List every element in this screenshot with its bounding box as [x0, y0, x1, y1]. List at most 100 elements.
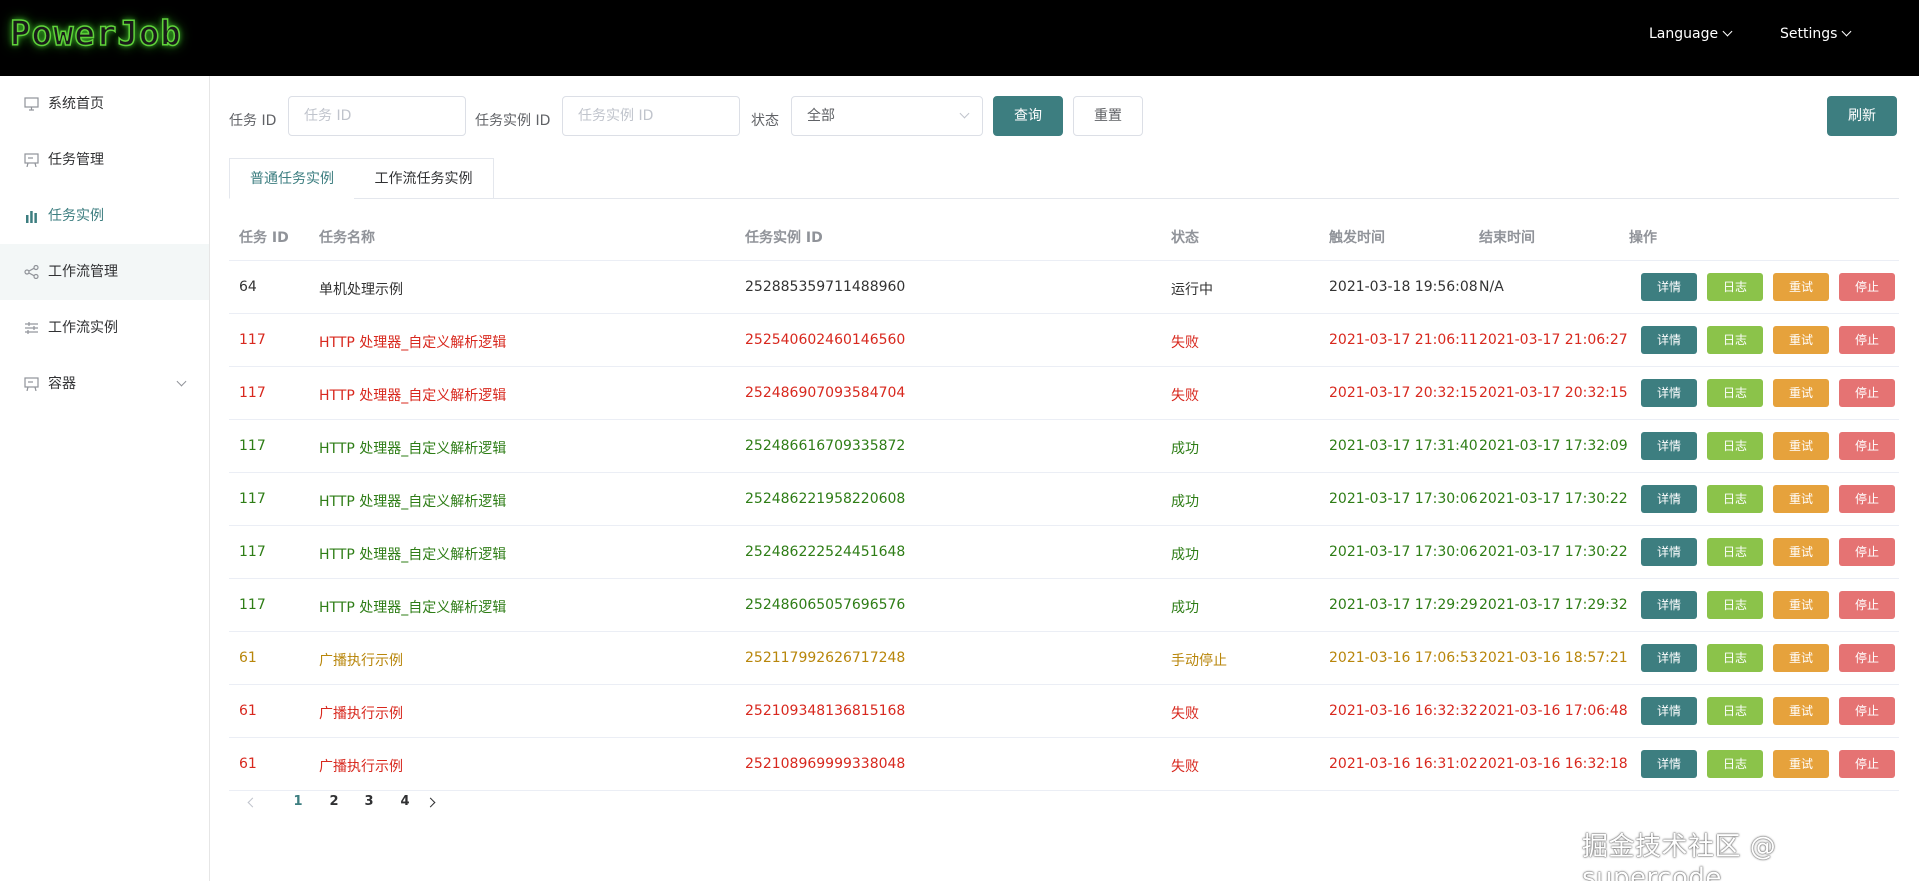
retry-button[interactable]: 重试: [1773, 379, 1829, 407]
sidebar-item-task-instances[interactable]: 任务实例: [0, 188, 209, 244]
cell-trigger-time: 2021-03-17 17:29:29: [1329, 597, 1478, 613]
cell-instance-id: 252885359711488960: [745, 279, 906, 295]
detail-button[interactable]: 详情: [1641, 379, 1697, 407]
log-button[interactable]: 日志: [1707, 379, 1763, 407]
settings-menu[interactable]: Settings: [1780, 26, 1852, 42]
stop-button[interactable]: 停止: [1839, 273, 1895, 301]
detail-button[interactable]: 详情: [1641, 538, 1697, 566]
detail-button[interactable]: 详情: [1641, 697, 1697, 725]
prev-page-icon[interactable]: [247, 797, 258, 808]
log-button[interactable]: 日志: [1707, 697, 1763, 725]
log-button[interactable]: 日志: [1707, 538, 1763, 566]
log-button[interactable]: 日志: [1707, 485, 1763, 513]
reset-button[interactable]: 重置: [1073, 96, 1143, 136]
page-1[interactable]: 1: [283, 794, 313, 809]
cell-task-name: HTTP 处理器_自定义解析逻辑: [319, 441, 507, 457]
sidebar-item-workflow-management[interactable]: 工作流管理: [0, 244, 209, 300]
language-label: Language: [1649, 26, 1719, 42]
retry-button[interactable]: 重试: [1773, 644, 1829, 672]
log-button[interactable]: 日志: [1707, 750, 1763, 778]
stop-button[interactable]: 停止: [1839, 697, 1895, 725]
retry-button[interactable]: 重试: [1773, 538, 1829, 566]
log-button[interactable]: 日志: [1707, 273, 1763, 301]
status-select[interactable]: 全部: [791, 96, 983, 136]
cell-trigger-time: 2021-03-17 17:30:06: [1329, 544, 1478, 560]
column-header: 触发时间: [1329, 230, 1385, 246]
column-header: 任务名称: [319, 230, 375, 246]
sidebar-item-dashboard[interactable]: 系统首页: [0, 76, 209, 132]
cell-instance-id: 252486222524451648: [745, 544, 906, 560]
sidebar-item-task-management[interactable]: 任务管理: [0, 132, 209, 188]
cell-instance-id: 252486616709335872: [745, 438, 906, 454]
detail-button[interactable]: 详情: [1641, 644, 1697, 672]
sidebar-item-label: 系统首页: [48, 96, 104, 112]
query-button[interactable]: 查询: [993, 96, 1063, 136]
cell-task-name: HTTP 处理器_自定义解析逻辑: [319, 600, 507, 616]
cell-trigger-time: 2021-03-16 16:32:32: [1329, 703, 1478, 719]
instance-id-input[interactable]: [562, 96, 740, 136]
share-icon: [24, 265, 39, 279]
retry-button[interactable]: 重试: [1773, 697, 1829, 725]
chevron-down-icon: [1722, 26, 1733, 37]
log-button[interactable]: 日志: [1707, 432, 1763, 460]
table-row: 117 HTTP 处理器_自定义解析逻辑 252486616709335872 成功 2…: [229, 420, 1899, 473]
log-button[interactable]: 日志: [1707, 644, 1763, 672]
retry-button[interactable]: 重试: [1773, 432, 1829, 460]
powerjob-logo[interactable]: PowerJob: [9, 13, 182, 55]
log-button[interactable]: 日志: [1707, 591, 1763, 619]
cell-end-time: 2021-03-17 21:06:27: [1479, 332, 1628, 348]
language-menu[interactable]: Language: [1649, 26, 1733, 42]
detail-button[interactable]: 详情: [1641, 591, 1697, 619]
stop-button[interactable]: 停止: [1839, 644, 1895, 672]
table-row: 117 HTTP 处理器_自定义解析逻辑 252486907093584704 失败 2…: [229, 367, 1899, 420]
page-2[interactable]: 2: [319, 794, 349, 809]
sidebar-item-containers[interactable]: 容器: [0, 356, 209, 412]
stop-button[interactable]: 停止: [1839, 538, 1895, 566]
sidebar-item-workflow-instances[interactable]: 工作流实例: [0, 300, 209, 356]
refresh-button[interactable]: 刷新: [1827, 96, 1897, 136]
stop-button[interactable]: 停止: [1839, 750, 1895, 778]
tab-workflow-instances[interactable]: 工作流任务实例: [354, 158, 494, 199]
page-4[interactable]: 4: [390, 794, 420, 809]
cell-instance-id: 252486907093584704: [745, 385, 906, 401]
stop-button[interactable]: 停止: [1839, 485, 1895, 513]
page-3[interactable]: 3: [354, 794, 384, 809]
detail-button[interactable]: 详情: [1641, 432, 1697, 460]
tab-normal-instances[interactable]: 普通任务实例: [229, 158, 355, 199]
retry-button[interactable]: 重试: [1773, 273, 1829, 301]
table-header: 任务 ID 任务名称 任务实例 ID 状态 触发时间 结束时间 操作: [229, 209, 1899, 261]
column-header: 结束时间: [1479, 230, 1535, 246]
log-button[interactable]: 日志: [1707, 326, 1763, 354]
stop-button[interactable]: 停止: [1839, 591, 1895, 619]
task-id-input[interactable]: [288, 96, 466, 136]
stop-button[interactable]: 停止: [1839, 432, 1895, 460]
task-id-label: 任务 ID: [229, 113, 277, 129]
cell-instance-id: 252540602460146560: [745, 332, 906, 348]
column-header: 状态: [1171, 230, 1199, 246]
retry-button[interactable]: 重试: [1773, 750, 1829, 778]
cell-end-time: 2021-03-17 17:32:09: [1479, 438, 1628, 454]
cell-end-time: 2021-03-17 17:29:32: [1479, 597, 1628, 613]
detail-button[interactable]: 详情: [1641, 485, 1697, 513]
cell-task-id: 61: [239, 650, 257, 666]
status-select-value: 全部: [807, 108, 835, 124]
next-page-icon[interactable]: [425, 797, 436, 808]
detail-button[interactable]: 详情: [1641, 273, 1697, 301]
cell-task-id: 61: [239, 703, 257, 719]
sidebar-item-label: 工作流管理: [48, 264, 118, 280]
bar-chart-icon: [26, 211, 37, 223]
retry-button[interactable]: 重试: [1773, 485, 1829, 513]
detail-button[interactable]: 详情: [1641, 750, 1697, 778]
cell-task-id: 117: [239, 438, 266, 454]
detail-button[interactable]: 详情: [1641, 326, 1697, 354]
chevron-down-icon[interactable]: [176, 376, 187, 387]
stop-button[interactable]: 停止: [1839, 326, 1895, 354]
cell-instance-id: 252117992626717248: [745, 650, 906, 666]
cell-end-time: 2021-03-16 17:06:48: [1479, 703, 1628, 719]
table-row: 117 HTTP 处理器_自定义解析逻辑 252486065057696576 成功 2…: [229, 579, 1899, 632]
retry-button[interactable]: 重试: [1773, 326, 1829, 354]
cell-status: 成功: [1171, 494, 1199, 510]
stop-button[interactable]: 停止: [1839, 379, 1895, 407]
retry-button[interactable]: 重试: [1773, 591, 1829, 619]
cell-instance-id: 252108969999338048: [745, 756, 906, 772]
